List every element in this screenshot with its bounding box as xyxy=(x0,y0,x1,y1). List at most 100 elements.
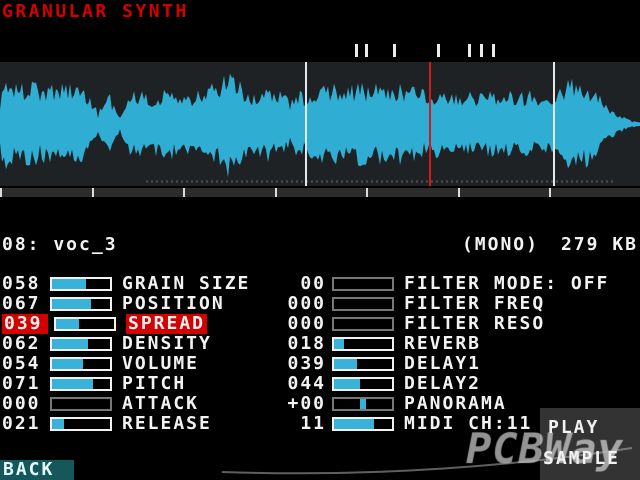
grain-tick xyxy=(437,44,440,57)
param-bar-fill xyxy=(52,379,93,389)
param-label: PANORAMA xyxy=(404,394,507,414)
grain-tick xyxy=(492,44,495,57)
param-bar-fill xyxy=(334,359,357,369)
param-row-right-5[interactable]: 044 DELAY2 xyxy=(284,374,640,394)
param-value: 054 xyxy=(2,354,44,374)
grain-tick xyxy=(393,44,396,57)
playhead-marker[interactable] xyxy=(429,62,431,186)
param-bar[interactable] xyxy=(332,277,394,291)
param-bar[interactable] xyxy=(50,377,112,391)
param-row-left-1[interactable]: 067 POSITION xyxy=(2,294,284,314)
param-row-right-1[interactable]: 000 FILTER FREQ xyxy=(284,294,640,314)
param-bar[interactable] xyxy=(50,397,112,411)
grain-tick xyxy=(365,44,368,57)
param-label: FILTER RESO xyxy=(404,314,545,334)
grain-tick xyxy=(355,44,358,57)
sample-meta: (MONO) 279 KB xyxy=(440,234,638,255)
param-row-left-7[interactable]: 021 RELEASE xyxy=(2,414,284,434)
param-bar[interactable] xyxy=(50,357,112,371)
scrollbar-divider xyxy=(366,188,368,197)
param-value: 062 xyxy=(2,334,44,354)
param-bar-fill xyxy=(52,299,91,309)
scrollbar-divider xyxy=(275,188,277,197)
param-bar-fill xyxy=(334,339,344,349)
param-bar-fill xyxy=(52,279,86,289)
param-bar-fill xyxy=(56,319,79,329)
scrollbar-divider xyxy=(458,188,460,197)
sample-channel: (MONO) xyxy=(462,234,539,255)
page-title: GRANULAR SYNTH xyxy=(2,1,189,22)
param-row-right-4[interactable]: 039 DELAY1 xyxy=(284,354,640,374)
param-row-left-3[interactable]: 062 DENSITY xyxy=(2,334,284,354)
param-bar[interactable] xyxy=(332,357,394,371)
param-value: 021 xyxy=(2,414,44,434)
play-sample-button-line2[interactable]: SAMPLE xyxy=(543,448,620,469)
param-value: 018 xyxy=(284,334,326,354)
scrollbar-divider xyxy=(0,188,2,197)
param-value: 044 xyxy=(284,374,326,394)
param-label: POSITION xyxy=(122,294,225,314)
param-label: SPREAD xyxy=(126,314,207,334)
param-value: 000 xyxy=(2,394,44,414)
scrollbar-divider xyxy=(92,188,94,197)
sample-size: 279 KB xyxy=(561,234,638,255)
param-bar[interactable] xyxy=(332,317,394,331)
param-label: REVERB xyxy=(404,334,481,354)
param-bar[interactable] xyxy=(50,297,112,311)
grain-tick xyxy=(468,44,471,57)
param-bar[interactable] xyxy=(50,417,112,431)
param-value: 067 xyxy=(2,294,44,314)
param-label: DENSITY xyxy=(122,334,212,354)
loop-end-marker[interactable] xyxy=(553,62,555,186)
scrollbar-divider xyxy=(549,188,551,197)
param-value: 039 xyxy=(2,314,48,334)
param-bar[interactable] xyxy=(332,297,394,311)
loop-start-marker[interactable] xyxy=(305,62,307,186)
param-label: GRAIN SIZE xyxy=(122,274,250,294)
param-row-right-3[interactable]: 018 REVERB xyxy=(284,334,640,354)
param-bar[interactable] xyxy=(332,417,394,431)
param-row-left-2[interactable]: 039 SPREAD xyxy=(2,314,284,334)
param-bar[interactable] xyxy=(332,377,394,391)
waveform-scrollbar[interactable] xyxy=(0,188,640,197)
scrollbar-divider xyxy=(183,188,185,197)
param-bar[interactable] xyxy=(332,337,394,351)
play-sample-button-line1[interactable]: PLAY xyxy=(548,417,599,438)
param-value: 11 xyxy=(284,414,326,434)
param-label: DELAY2 xyxy=(404,374,481,394)
param-value: +00 xyxy=(284,394,326,414)
param-label: VOLUME xyxy=(122,354,199,374)
param-bar-fill xyxy=(52,419,64,429)
param-label: RELEASE xyxy=(122,414,212,434)
param-value: 039 xyxy=(284,354,326,374)
param-row-right-2[interactable]: 000 FILTER RESO xyxy=(284,314,640,334)
param-value: 071 xyxy=(2,374,44,394)
param-value: 00 xyxy=(284,274,326,294)
back-button[interactable]: BACK xyxy=(0,460,74,480)
param-label: ATTACK xyxy=(122,394,199,414)
param-bar[interactable] xyxy=(50,277,112,291)
param-label: MIDI CH:11 xyxy=(404,414,532,434)
param-bar[interactable] xyxy=(54,317,116,331)
param-label: DELAY1 xyxy=(404,354,481,374)
param-row-left-5[interactable]: 071 PITCH xyxy=(2,374,284,394)
granular-synth-screen: { "app": { "title": "GRANULAR SYNTH" }, … xyxy=(0,0,640,480)
param-row-left-6[interactable]: 000 ATTACK xyxy=(2,394,284,414)
waveform-display[interactable] xyxy=(0,62,640,186)
param-label: FILTER MODE: OFF xyxy=(404,274,609,294)
param-row-right-0[interactable]: 00 FILTER MODE: OFF xyxy=(284,274,640,294)
param-bar-fill xyxy=(52,339,88,349)
param-bar[interactable] xyxy=(50,337,112,351)
param-row-left-0[interactable]: 058 GRAIN SIZE xyxy=(2,274,284,294)
param-label: PITCH xyxy=(122,374,186,394)
sample-slot-name[interactable]: 08: voc_3 xyxy=(2,234,118,255)
param-bar-fill xyxy=(52,359,83,369)
sample-info-bar: 08: voc_3 (MONO) 279 KB xyxy=(0,234,640,254)
param-bar[interactable] xyxy=(332,397,394,411)
param-value: 000 xyxy=(284,314,326,334)
waveform-svg xyxy=(0,62,640,186)
param-row-left-4[interactable]: 054 VOLUME xyxy=(2,354,284,374)
param-value: 058 xyxy=(2,274,44,294)
param-column-left: 058 GRAIN SIZE 067 POSITION 039 SPREAD 0… xyxy=(2,274,284,434)
param-label: FILTER FREQ xyxy=(404,294,545,314)
